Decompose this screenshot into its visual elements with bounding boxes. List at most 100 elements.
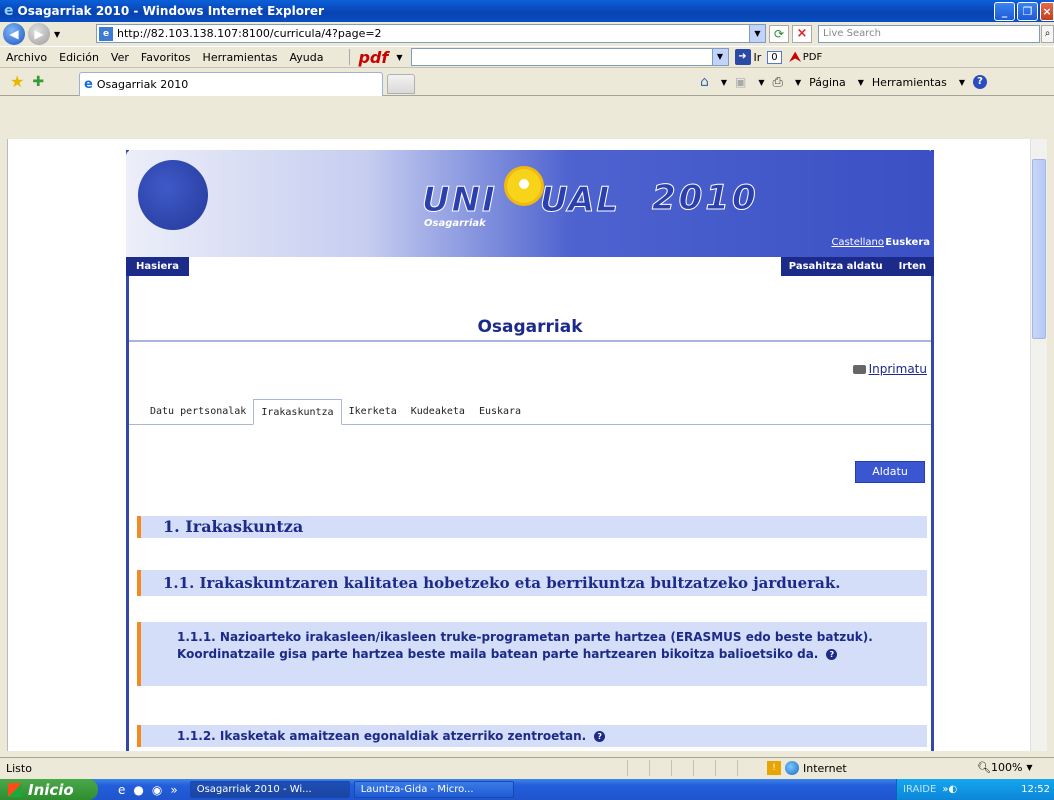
print-label: Inprimatu [868, 362, 927, 376]
windows-taskbar: Inicio e ● ◉ » Osagarriak 2010 - Wi... L… [0, 779, 1054, 800]
tab-datu-pertsonalak[interactable]: Datu pertsonalak [143, 399, 253, 425]
app-quicklaunch-icon[interactable]: ● [133, 783, 143, 797]
pdf-toolbar-logo[interactable]: pdf [358, 48, 388, 67]
tab-toolbar: ★ ✚ e Osagarriak 2010 ⌂ ▼ ▣ ▼ ⎙ ▼ Página… [0, 68, 1054, 96]
edit-button[interactable]: Aldatu [855, 461, 925, 483]
print-link[interactable]: Inprimatu [852, 362, 927, 376]
page-count-badge[interactable]: 0 [767, 50, 782, 64]
menu-edicion[interactable]: Edición [53, 51, 105, 64]
help-question-icon[interactable]: ? [594, 731, 606, 742]
nav-hasiera-link[interactable]: Hasiera [126, 257, 189, 276]
tray-network-icon[interactable]: ◐ [948, 784, 957, 795]
menu-favoritos[interactable]: Favoritos [135, 51, 197, 64]
start-label: Inicio [28, 780, 74, 799]
favorites-star-icon[interactable]: ★ [10, 72, 24, 91]
windows-flag-icon [8, 782, 22, 797]
history-dropdown-icon[interactable]: ▼ [54, 30, 60, 39]
content-tabs: Datu pertsonalak Irakaskuntza Ikerketa K… [143, 399, 528, 425]
pdf-input-dropdown-icon[interactable]: ▼ [711, 49, 728, 65]
tab-kudeaketa[interactable]: Kudeaketa [404, 399, 472, 425]
pdf-url-input[interactable]: ▼ [410, 48, 729, 66]
herramientas-dropdown-icon[interactable]: ▼ [959, 78, 965, 87]
taskbar-item-ie[interactable]: Osagarriak 2010 - Wi... [189, 781, 350, 798]
logo-ual-text: UAL [539, 180, 621, 221]
tray-user: IRAIDE [903, 784, 937, 795]
back-button[interactable]: ◀ [3, 23, 25, 45]
vertical-scrollbar[interactable] [1030, 139, 1047, 751]
zoom-control[interactable]: 🔍︎ 100% ▼ [977, 761, 1037, 774]
pdf-dropdown-icon[interactable]: ▼ [396, 53, 402, 62]
status-panel [737, 760, 759, 776]
home-dropdown-icon[interactable]: ▼ [721, 78, 727, 87]
forward-button[interactable]: ▶ [28, 23, 50, 45]
address-url[interactable]: http://82.103.138.107:8100/curricula/4?p… [117, 27, 382, 40]
minimize-button[interactable]: _ [994, 2, 1015, 21]
help-question-icon[interactable]: ? [826, 649, 838, 660]
start-button[interactable]: Inicio [0, 779, 98, 800]
menu-bar: Archivo Edición Ver Favoritos Herramient… [0, 46, 1054, 68]
nav-user-links: Pasahitza aldatu Irten [780, 257, 934, 276]
logo-year-text: 2010 [652, 178, 759, 219]
new-tab-button[interactable] [387, 74, 415, 94]
stop-button[interactable]: × [792, 25, 812, 43]
print-dropdown-icon[interactable]: ▼ [795, 78, 801, 87]
search-input[interactable]: Live Search [818, 25, 1040, 43]
tab-ikerketa[interactable]: Ikerketa [342, 399, 404, 425]
status-panels [627, 760, 759, 776]
quick-launch: e ● ◉ » [118, 783, 186, 797]
add-favorite-icon[interactable]: ✚ [32, 74, 44, 90]
home-icon[interactable]: ⌂ [700, 74, 709, 90]
lang-euskera-current: Euskera [885, 237, 930, 248]
title-divider [129, 340, 931, 342]
zoom-dropdown-icon[interactable]: ▼ [1026, 763, 1032, 772]
scrollbar-thumb[interactable] [1032, 159, 1046, 339]
address-dropdown-icon[interactable]: ▼ [749, 25, 765, 42]
tab-title: Osagarriak 2010 [96, 78, 189, 91]
close-button[interactable]: × [1040, 2, 1054, 21]
window-titlebar: e Osagarriak 2010 - Windows Internet Exp… [0, 0, 1054, 22]
tab-euskara[interactable]: Euskara [472, 399, 528, 425]
section-1-1-2-text: 1.1.2. Ikasketak amaitzean egonaldiak at… [177, 729, 587, 743]
pagina-dropdown-icon[interactable]: ▼ [858, 78, 864, 87]
ir-button[interactable]: ➜ Ir [734, 49, 762, 65]
feeds-icon[interactable]: ▣ [735, 75, 746, 89]
ie-quicklaunch-icon[interactable]: e [118, 783, 125, 797]
tab-irakaskuntza[interactable]: Irakaskuntza [253, 399, 342, 425]
security-zone[interactable]: ! Internet [767, 761, 847, 775]
address-bar[interactable]: e http://82.103.138.107:8100/curricula/4… [96, 24, 766, 43]
status-panel [671, 760, 693, 776]
tray-clock[interactable]: 12:52 [1021, 784, 1050, 795]
nav-exit-link[interactable]: Irten [891, 257, 934, 276]
maximize-button[interactable]: ❐ [1017, 2, 1038, 21]
taskbar-item-word[interactable]: Launtza-Gida - Micro... [353, 781, 514, 798]
menu-ayuda[interactable]: Ayuda [283, 51, 329, 64]
pdf-button[interactable]: ⮝ PDF [790, 50, 823, 65]
pagina-menu[interactable]: Página [809, 76, 846, 89]
herramientas-menu[interactable]: Herramientas [872, 76, 947, 89]
firefox-quicklaunch-icon[interactable]: ◉ [152, 783, 162, 797]
ir-label: Ir [753, 50, 762, 64]
menu-herramientas[interactable]: Herramientas [197, 51, 284, 64]
print-icon[interactable]: ⎙ [773, 75, 783, 90]
menu-separator [349, 49, 351, 65]
help-icon[interactable]: ? [973, 75, 987, 89]
lang-castellano-link[interactable]: Castellano [831, 237, 884, 248]
nav-password-link[interactable]: Pasahitza aldatu [781, 257, 891, 276]
menu-ver[interactable]: Ver [105, 51, 135, 64]
refresh-button[interactable]: ⟳ [769, 25, 789, 43]
browser-tab[interactable]: e Osagarriak 2010 [79, 72, 383, 96]
page-viewport: UNI UAL 2010 Osagarriak Castellano Euske… [7, 139, 1047, 751]
quicklaunch-more-icon[interactable]: » [170, 783, 177, 797]
feeds-dropdown-icon[interactable]: ▼ [758, 78, 764, 87]
acrobat-icon: ⮝ [789, 49, 801, 65]
section-1-1-1-text: 1.1.1. Nazioarteko irakasleen/ikasleen t… [177, 630, 873, 661]
taskbar-item-ie-label: Osagarriak 2010 - Wi... [196, 784, 312, 795]
printer-icon [852, 364, 866, 374]
zoom-level: 100% [990, 761, 1023, 774]
search-icon[interactable]: ⌕ [1041, 25, 1054, 43]
status-text: Listo [6, 762, 32, 775]
menu-archivo[interactable]: Archivo [0, 51, 53, 64]
zoom-icon: 🔍︎ [977, 761, 991, 774]
taskbar-item-word-label: Launtza-Gida - Micro... [360, 784, 474, 795]
address-toolbar: ◀ ▶ ▼ e http://82.103.138.107:8100/curri… [0, 22, 1054, 46]
